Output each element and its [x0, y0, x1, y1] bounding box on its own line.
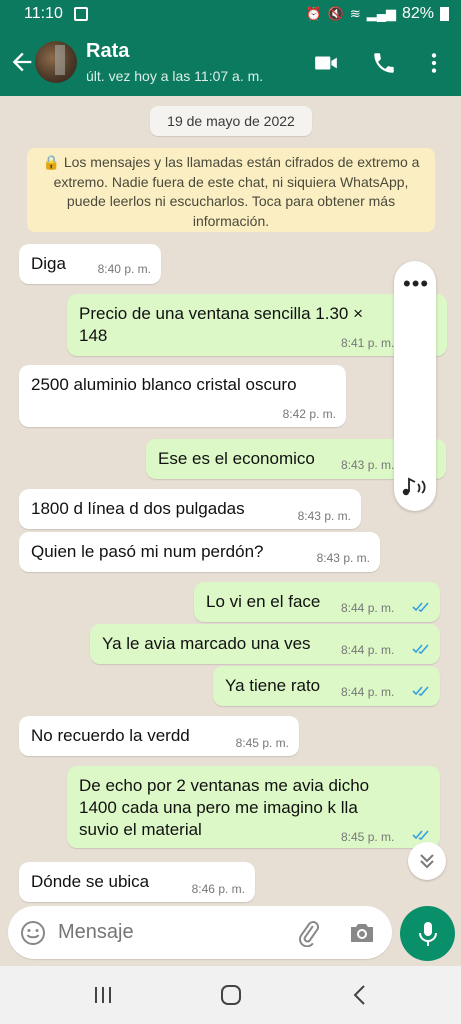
status-bar: 11:10 ⏰ 🔇 ≋ ▂▄▆ 82%	[0, 0, 461, 30]
voice-message-button[interactable]	[400, 906, 455, 961]
floating-side-panel[interactable]: •••	[394, 261, 436, 511]
read-ticks-icon	[412, 686, 429, 696]
panel-menu-icon[interactable]: •••	[403, 273, 429, 295]
alarm-icon: ⏰	[305, 6, 322, 21]
microphone-icon	[419, 922, 437, 946]
message-text: Dónde se ubica	[31, 872, 150, 891]
contact-avatar[interactable]	[35, 41, 77, 83]
chat-area[interactable]: 19 de mayo de 2022 🔒 Los mensajes y las …	[0, 96, 461, 906]
message-time: 8:42 p. m.	[282, 407, 336, 421]
message-text: Ya le avia marcado una ves	[102, 634, 311, 653]
voice-call-icon[interactable]	[370, 50, 398, 76]
message-input[interactable]	[58, 921, 288, 944]
message-bubble-outgoing[interactable]: Ya le avia marcado una ves 8:44 p. m.	[90, 624, 440, 664]
message-bubble-incoming[interactable]: Diga 8:40 p. m.	[19, 244, 161, 284]
message-bubble-incoming[interactable]: No recuerdo la verdd 8:45 p. m.	[19, 716, 299, 756]
status-time: 11:10	[24, 5, 63, 22]
wifi-icon: ≋	[349, 6, 361, 21]
audio-playback-icon[interactable]	[400, 476, 430, 498]
home-icon[interactable]	[216, 982, 246, 1008]
message-time: 8:41 p. m.	[341, 336, 395, 350]
message-text: Precio de una ventana sencilla 1.30 × 14…	[79, 304, 364, 345]
message-time: 8:44 p. m.	[341, 643, 395, 657]
message-time: 8:44 p. m.	[341, 685, 395, 699]
recent-apps-icon[interactable]	[88, 982, 118, 1008]
double-chevron-down-icon	[420, 854, 434, 869]
message-time: 8:43 p. m.	[316, 551, 370, 565]
message-text: Quien le pasó mi num perdón?	[31, 542, 264, 561]
signal-icon: ▂▄▆	[366, 6, 396, 21]
message-bubble-outgoing[interactable]: Precio de una ventana sencilla 1.30 × 14…	[67, 294, 447, 356]
video-call-icon[interactable]	[312, 50, 340, 76]
read-ticks-icon	[412, 830, 429, 840]
last-seen-text: últ. vez hoy a las 11:07 a. m.	[86, 68, 264, 84]
more-options-icon[interactable]	[420, 50, 448, 76]
message-text: Lo vi en el face	[206, 592, 321, 611]
message-time: 8:40 p. m.	[97, 262, 151, 276]
battery-percent: 82%	[401, 5, 434, 22]
message-time: 8:45 p. m.	[341, 830, 395, 844]
message-time: 8:44 p. m.	[341, 601, 395, 615]
back-nav-icon[interactable]	[345, 982, 375, 1008]
composer-bar	[0, 906, 461, 966]
message-text: Diga	[31, 254, 66, 273]
date-separator: 19 de mayo de 2022	[150, 106, 312, 136]
message-text: Ese es el economico	[158, 449, 315, 468]
message-text: No recuerdo la verdd	[31, 726, 190, 745]
android-nav-bar	[0, 966, 461, 1024]
message-time: 8:43 p. m.	[297, 509, 351, 523]
attach-icon[interactable]	[294, 919, 322, 947]
chat-header: Rata últ. vez hoy a las 11:07 a. m.	[0, 30, 461, 96]
battery-icon	[440, 7, 449, 21]
camera-icon[interactable]	[348, 920, 376, 946]
message-composer[interactable]	[8, 906, 392, 959]
read-ticks-icon	[412, 644, 429, 654]
gallery-notification-icon	[74, 7, 88, 21]
back-arrow-icon[interactable]	[8, 48, 36, 76]
message-text: De echo por 2 ventanas me avia dicho 140…	[79, 776, 370, 839]
message-bubble-outgoing[interactable]: De echo por 2 ventanas me avia dicho 140…	[67, 766, 440, 848]
message-bubble-incoming[interactable]: 2500 aluminio blanco cristal oscuro 8:42…	[19, 365, 346, 427]
message-text: Ya tiene rato	[225, 676, 321, 695]
message-bubble-incoming[interactable]: 1800 d línea d dos pulgadas 8:43 p. m.	[19, 489, 361, 529]
mute-icon: 🔇	[327, 6, 344, 21]
message-bubble-incoming[interactable]: Quien le pasó mi num perdón? 8:43 p. m.	[19, 532, 380, 572]
message-bubble-outgoing[interactable]: Ya tiene rato 8:44 p. m.	[213, 666, 440, 706]
message-time: 8:45 p. m.	[235, 736, 289, 750]
message-bubble-outgoing[interactable]: Lo vi en el face 8:44 p. m.	[194, 582, 440, 622]
read-ticks-icon	[412, 602, 429, 612]
emoji-icon[interactable]	[20, 920, 46, 946]
message-text: 1800 d línea d dos pulgadas	[31, 499, 245, 518]
message-time: 8:46 p. m.	[191, 882, 245, 896]
message-bubble-incoming[interactable]: Dónde se ubica 8:46 p. m.	[19, 862, 255, 902]
encryption-notice[interactable]: 🔒 Los mensajes y las llamadas están cifr…	[27, 148, 435, 232]
message-text: 2500 aluminio blanco cristal oscuro	[31, 375, 297, 394]
scroll-to-bottom-button[interactable]	[408, 842, 446, 880]
message-time: 8:43 p. m.	[341, 458, 395, 472]
contact-name[interactable]: Rata	[86, 40, 129, 63]
